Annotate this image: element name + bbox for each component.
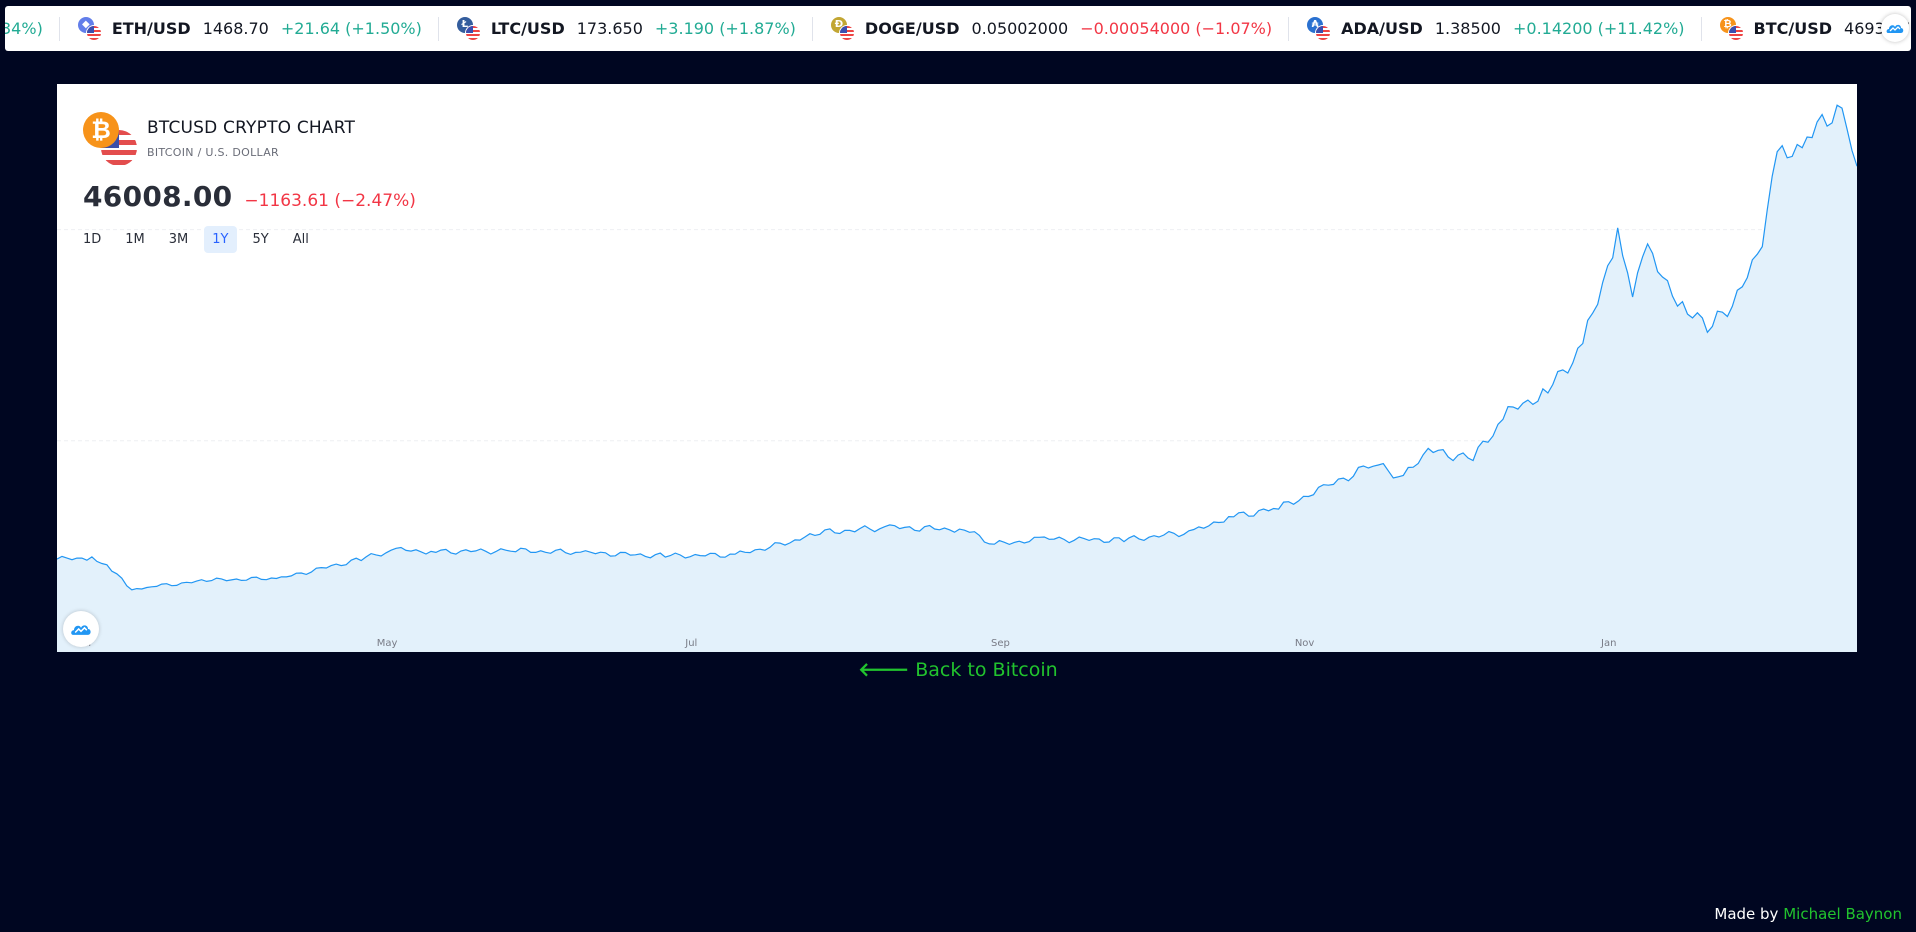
symbol-header: ₿ BTCUSD CRYPTO CHART BITCOIN / U.S. DOL… [83, 112, 355, 168]
ticker-symbol: LTC/USD [490, 19, 565, 38]
x-tick-label: May [377, 638, 398, 649]
range-button-3m[interactable]: 3M [161, 226, 197, 253]
symbol-title: BTCUSD CRYPTO CHART [147, 118, 356, 138]
ticker-price: 173.650 [576, 19, 643, 38]
bitcoin-icon: ₿ [1719, 16, 1744, 41]
ticker-change: +0.14200 (+11.42%) [1512, 19, 1685, 38]
ticker-item[interactable]: Ð DOGE/USD 0.05002000 −0.00054000 (−1.07%) [813, 16, 1290, 41]
author-link[interactable]: Michael Baynon [1783, 905, 1902, 923]
tradingview-logo-icon[interactable] [1881, 14, 1909, 42]
price-chart[interactable]: 2000040000MarMayJulSepNovJan [57, 84, 1857, 652]
range-button-1d[interactable]: 1D [75, 226, 109, 253]
ticker-track: 34%) ◆ ETH/USD 1468.70 +21.64 (+1.50%) Ł LTC/… [5, 16, 1911, 41]
back-to-bitcoin-link[interactable]: 🡐 Back to Bitcoin [0, 658, 1916, 681]
ticker-tape: 34%) ◆ ETH/USD 1468.70 +21.64 (+1.50%) Ł LTC/… [5, 6, 1911, 51]
ticker-symbol: BTC/USD [1753, 19, 1833, 38]
ticker-item[interactable]: ₳ ADA/USD 1.38500 +0.14200 (+11.42%) [1289, 16, 1702, 41]
range-button-1m[interactable]: 1M [117, 226, 153, 253]
ticker-item[interactable]: Ł LTC/USD 173.650 +3.190 (+1.87%) [439, 16, 813, 41]
ticker-change: +21.64 (+1.50%) [280, 19, 422, 38]
x-tick-label: Sep [991, 638, 1010, 649]
ethereum-icon: ◆ [77, 16, 102, 41]
range-button-5y[interactable]: 5Y [245, 226, 277, 253]
chart-widget: 2000040000MarMayJulSepNovJan ₿ BTCUSD CR… [57, 84, 1857, 652]
range-button-1y[interactable]: 1Y [204, 226, 237, 253]
x-tick-label: Jan [1600, 638, 1616, 649]
cardano-icon: ₳ [1307, 16, 1332, 41]
range-button-all[interactable]: All [285, 226, 317, 253]
x-tick-label: Jul [684, 638, 697, 649]
back-link-label: Back to Bitcoin [915, 659, 1058, 681]
ticker-change: −0.00054000 (−1.07%) [1080, 19, 1273, 38]
range-selector: 1D 1M 3M 1Y 5Y All [75, 226, 325, 253]
us-flag-icon [1727, 24, 1744, 41]
ticker-price: 1.38500 [1434, 19, 1501, 38]
ticker-price: 1468.70 [202, 19, 269, 38]
ticker-item[interactable]: ₿BTC/USD46936.74+621.91 (+1.34%) [1702, 16, 1911, 41]
ticker-price: 0.05002000 [971, 19, 1069, 38]
symbol-subtitle: BITCOIN / U.S. DOLLAR [147, 146, 280, 159]
x-tick-label: Nov [1295, 638, 1315, 649]
ticker-symbol: ETH/USD [111, 19, 191, 38]
us-flag-icon [838, 24, 855, 41]
litecoin-icon: Ł [456, 16, 481, 41]
arrow-left-icon: 🡐 [858, 659, 910, 681]
tradingview-logo-icon[interactable] [63, 611, 99, 647]
credit: Made by Michael Baynon [1714, 905, 1902, 923]
ticker-fragment[interactable]: 34%) [5, 16, 60, 41]
us-flag-icon [85, 24, 102, 41]
ticker-change: +3.190 (+1.87%) [654, 19, 796, 38]
ticker-item[interactable]: ◆ ETH/USD 1468.70 +21.64 (+1.50%) [60, 16, 439, 41]
ticker-fragment-change: 34%) [5, 19, 43, 38]
made-by-label: Made by [1714, 905, 1779, 923]
last-price: 46008.00 [83, 180, 233, 213]
price-row: 46008.00 −1163.61 (−2.47%) [83, 180, 416, 213]
ticker-symbol: ADA/USD [1341, 19, 1423, 38]
ticker-symbol: DOGE/USD [864, 19, 960, 38]
us-flag-icon [464, 24, 481, 41]
price-change: −1163.61 (−2.47%) [244, 191, 416, 211]
dogecoin-icon: Ð [830, 16, 855, 41]
bitcoin-icon: ₿ [83, 112, 119, 148]
us-flag-icon [1315, 24, 1332, 41]
symbol-logo: ₿ [83, 112, 139, 168]
